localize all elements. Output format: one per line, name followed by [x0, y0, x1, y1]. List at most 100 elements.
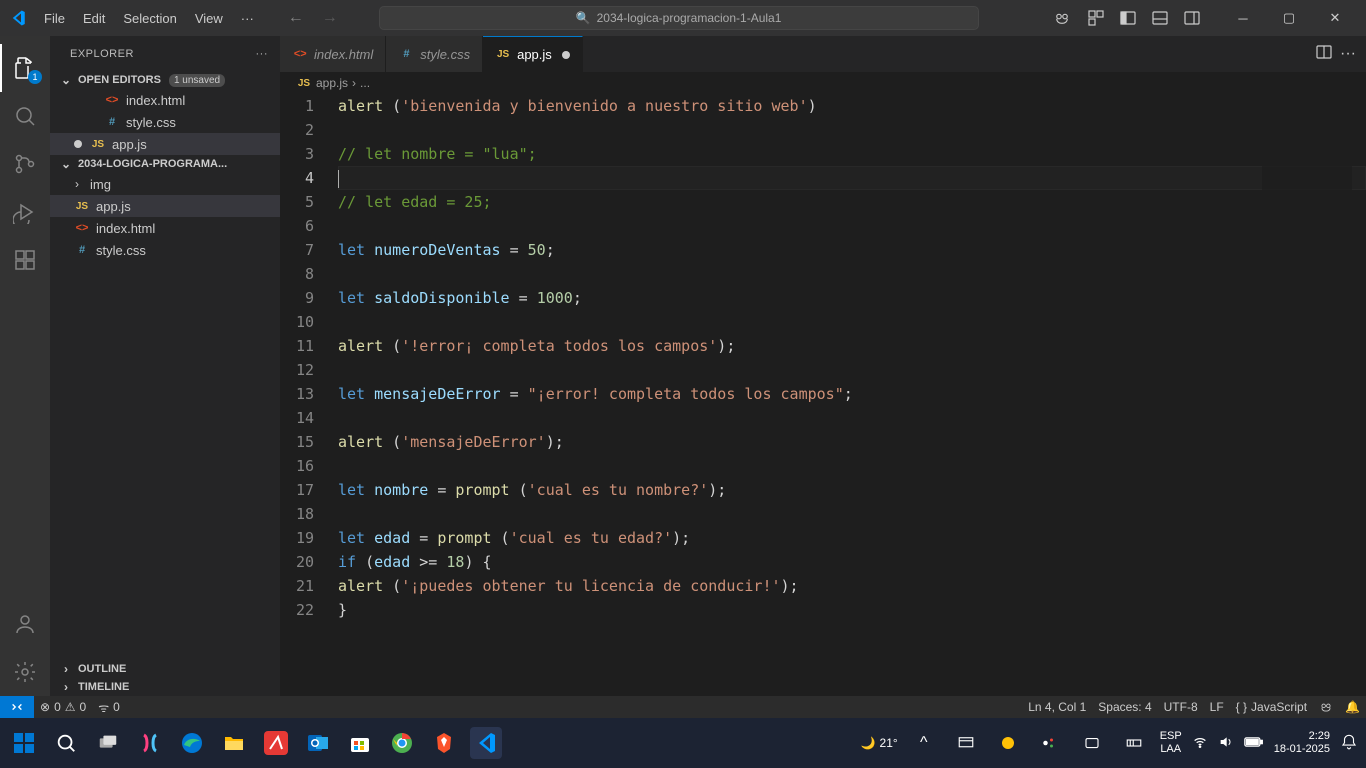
status-encoding[interactable]: UTF-8 [1158, 696, 1204, 718]
taskbar-taskview-icon[interactable] [92, 727, 124, 759]
code-editor[interactable]: 12345678910111213141516171819202122 aler… [280, 94, 1366, 696]
status-eol[interactable]: LF [1204, 696, 1230, 718]
remote-indicator[interactable] [0, 696, 34, 718]
taskbar-chrome-icon[interactable] [386, 727, 418, 759]
activity-debug[interactable] [0, 188, 50, 236]
notifications-icon[interactable] [1340, 733, 1358, 754]
status-indentation[interactable]: Spaces: 4 [1092, 696, 1157, 718]
panel-right-icon[interactable] [1178, 4, 1206, 32]
code-line[interactable]: let saldoDisponible = 1000; [338, 286, 1366, 310]
code-line[interactable]: alert ('bienvenida y bienvenido a nuestr… [338, 94, 1366, 118]
menu-file[interactable]: File [36, 7, 73, 30]
code-line[interactable]: let nombre = prompt ('cual es tu nombre?… [338, 478, 1366, 502]
copilot-icon[interactable] [1048, 4, 1076, 32]
code-line[interactable]: let edad = prompt ('cual es tu edad?'); [338, 526, 1366, 550]
menu-more-icon[interactable]: ··· [233, 7, 262, 30]
taskbar-language[interactable]: ESP LAA [1160, 730, 1182, 756]
wifi-icon[interactable] [1192, 734, 1208, 753]
code-line[interactable]: let mensajeDeError = "¡error! completa t… [338, 382, 1366, 406]
volume-icon[interactable] [1218, 734, 1234, 753]
taskbar-copilot-icon[interactable] [134, 727, 166, 759]
taskbar-tray1-icon[interactable] [950, 727, 982, 759]
taskbar-tray2-icon[interactable] [992, 727, 1024, 759]
taskbar-clock[interactable]: 2:29 18-01-2025 [1274, 730, 1330, 756]
minimap[interactable] [1262, 152, 1352, 272]
activity-extensions[interactable] [0, 236, 50, 284]
editor-tab[interactable]: #style.css [386, 36, 483, 72]
code-line[interactable] [338, 406, 1366, 430]
battery-icon[interactable] [1244, 734, 1264, 753]
status-copilot-icon[interactable] [1313, 696, 1339, 718]
open-editor-item[interactable]: JSapp.js [50, 133, 280, 155]
activity-explorer[interactable]: 1 [0, 44, 50, 92]
code-line[interactable] [338, 358, 1366, 382]
sidebar-more-icon[interactable]: ··· [256, 48, 269, 60]
taskbar-brave-icon[interactable] [428, 727, 460, 759]
close-button[interactable]: ✕ [1312, 0, 1358, 36]
start-button[interactable] [8, 727, 40, 759]
taskbar-edge-icon[interactable] [176, 727, 208, 759]
code-line[interactable] [338, 454, 1366, 478]
activity-source-control[interactable] [0, 140, 50, 188]
breadcrumb[interactable]: JS app.js › ... [280, 72, 1366, 94]
maximize-button[interactable]: ▢ [1266, 0, 1312, 36]
project-file-item[interactable]: #style.css [50, 239, 280, 261]
status-problems[interactable]: ⊗0 ⚠0 [34, 696, 92, 718]
layout-customize-icon[interactable] [1082, 4, 1110, 32]
timeline-section[interactable]: › TIMELINE [50, 678, 280, 696]
project-file-item[interactable]: JSapp.js [50, 195, 280, 217]
code-line[interactable]: alert ('!error¡ completa todos los campo… [338, 334, 1366, 358]
taskbar-outlook-icon[interactable] [302, 727, 334, 759]
project-section[interactable]: ⌄ 2034-LOGICA-PROGRAMA... [50, 155, 280, 173]
code-line[interactable]: // let edad = 25; [338, 190, 1366, 214]
activity-settings[interactable] [0, 648, 50, 696]
menu-edit[interactable]: Edit [75, 7, 113, 30]
split-editor-icon[interactable] [1316, 44, 1332, 65]
command-center[interactable]: 🔍 2034-logica-programacion-1-Aula1 [379, 6, 979, 30]
open-editor-item[interactable]: <>index.html [50, 89, 280, 111]
taskbar-tray5-icon[interactable] [1118, 727, 1150, 759]
status-ports[interactable]: ᯤ0 [92, 696, 126, 718]
status-bell-icon[interactable]: 🔔 [1339, 696, 1366, 718]
taskbar-store-icon[interactable] [344, 727, 376, 759]
editor-tab[interactable]: <>index.html [280, 36, 386, 72]
code-line[interactable] [338, 214, 1366, 238]
activity-account[interactable] [0, 600, 50, 648]
code-line[interactable]: // let nombre = "lua"; [338, 142, 1366, 166]
taskbar-search-icon[interactable] [50, 727, 82, 759]
code-line[interactable] [338, 310, 1366, 334]
code-line[interactable]: } [338, 598, 1366, 622]
code-line[interactable] [338, 502, 1366, 526]
nav-forward-icon[interactable]: → [316, 5, 344, 31]
code-line[interactable] [338, 166, 1366, 190]
code-line[interactable] [338, 118, 1366, 142]
taskbar-weather[interactable]: 🌙 21° [861, 736, 898, 750]
taskbar-tray-chevron-icon[interactable]: ^ [908, 727, 940, 759]
activity-search[interactable] [0, 92, 50, 140]
taskbar-vscode-icon[interactable] [470, 727, 502, 759]
code-line[interactable]: let numeroDeVentas = 50; [338, 238, 1366, 262]
code-line[interactable]: if (edad >= 18) { [338, 550, 1366, 574]
taskbar-tray4-icon[interactable] [1076, 727, 1108, 759]
panel-bottom-icon[interactable] [1146, 4, 1174, 32]
editor-tab[interactable]: JSapp.js [483, 36, 583, 72]
open-editor-item[interactable]: #style.css [50, 111, 280, 133]
taskbar-explorer-icon[interactable] [218, 727, 250, 759]
outline-section[interactable]: › OUTLINE [50, 660, 280, 678]
open-editors-section[interactable]: ⌄ OPEN EDITORS 1 unsaved [50, 71, 280, 89]
taskbar-app1-icon[interactable] [260, 727, 292, 759]
code-line[interactable] [338, 262, 1366, 286]
code-line[interactable]: alert ('¡puedes obtener tu licencia de c… [338, 574, 1366, 598]
panel-left-icon[interactable] [1114, 4, 1142, 32]
minimize-button[interactable]: ─ [1220, 0, 1266, 36]
tab-more-icon[interactable]: ··· [1340, 45, 1356, 63]
status-cursor-position[interactable]: Ln 4, Col 1 [1022, 696, 1092, 718]
menu-view[interactable]: View [187, 7, 231, 30]
code-line[interactable]: alert ('mensajeDeError'); [338, 430, 1366, 454]
folder-img[interactable]: › img [50, 173, 280, 195]
status-language[interactable]: { }JavaScript [1230, 696, 1313, 718]
nav-back-icon[interactable]: ← [282, 5, 310, 31]
menu-selection[interactable]: Selection [115, 7, 184, 30]
project-file-item[interactable]: <>index.html [50, 217, 280, 239]
taskbar-tray3-icon[interactable] [1034, 727, 1066, 759]
